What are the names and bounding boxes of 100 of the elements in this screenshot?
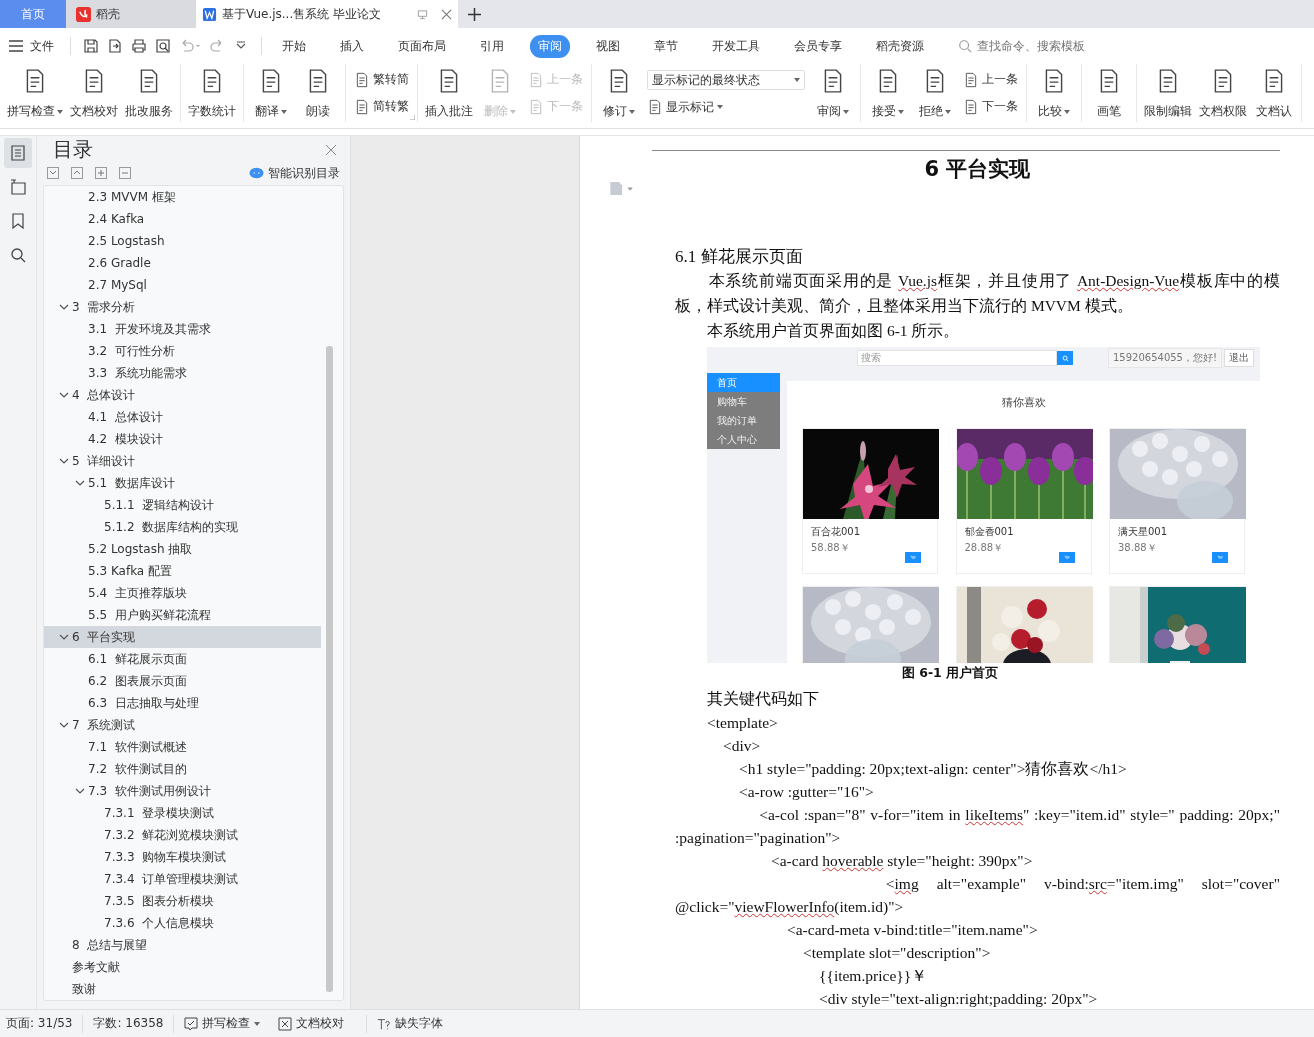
toc-item[interactable]: 致谢 (44, 978, 321, 1000)
toc-item[interactable]: 7.3.6 个人信息模块 (44, 912, 321, 934)
ribbon-button[interactable]: 拒绝 (912, 64, 958, 122)
ribbon-tab[interactable]: 页面布局 (390, 34, 454, 58)
spellcheck-button[interactable]: 拼写检查 (184, 1015, 261, 1032)
command-search-field[interactable]: 查找命令、搜索模板 (958, 38, 1129, 54)
toc-item[interactable]: 5.5 用户购买鲜花流程 (44, 604, 321, 626)
toc-item[interactable]: 7 系统测试 (44, 714, 321, 736)
toc-item[interactable]: 5 详细设计 (44, 450, 321, 472)
toc-item[interactable]: 6.3 日志抽取与处理 (44, 692, 321, 714)
ribbon-small-button[interactable]: 显示标记 (647, 98, 805, 116)
ribbon-small-button[interactable]: 下一条 (963, 98, 1018, 115)
toc-item[interactable]: 7.3.5 图表分析模块 (44, 890, 321, 912)
product-card[interactable]: 郁金香001 28.88￥ (955, 428, 1092, 574)
document-tab[interactable]: 基于Vue.js...售系统 毕业论文 (196, 0, 458, 28)
ribbon-button[interactable]: 修订 (596, 64, 642, 122)
ribbon-tab[interactable]: 视图 (588, 34, 628, 58)
ribbon-small-button[interactable]: 简转繁 (354, 98, 409, 115)
toc-item[interactable]: 7.3.4 订单管理模块测试 (44, 868, 321, 890)
toc-item[interactable]: 5.3 Kafka 配置 (44, 560, 321, 582)
ribbon-tab[interactable]: 章节 (646, 34, 686, 58)
toc-item[interactable]: 5.1 数据库设计 (44, 472, 321, 494)
chevron-icon[interactable] (75, 478, 85, 488)
close-icon[interactable] (441, 8, 452, 20)
ribbon-button[interactable]: 文档权限 (1196, 64, 1250, 122)
toc-item[interactable]: 4.2 模块设计 (44, 428, 321, 450)
logout-button[interactable]: 退出 (1224, 349, 1254, 367)
ribbon-button[interactable]: 翻译 (248, 64, 294, 122)
save-icon[interactable] (83, 38, 99, 54)
toc-item[interactable]: 7.3 软件测试用例设计 (44, 780, 321, 802)
ribbon-tab[interactable]: 会员专享 (786, 34, 850, 58)
minus-icon[interactable] (119, 167, 131, 179)
ribbon-button[interactable]: 字数统计 (185, 64, 239, 122)
toc-item[interactable]: 3.3 系统功能需求 (44, 362, 321, 384)
ribbon-button[interactable]: 朗读 (295, 64, 341, 122)
markup-mode-dropdown[interactable]: 显示标记的最终状态 (647, 70, 805, 91)
ribbon-tab[interactable]: 开始 (274, 34, 314, 58)
monitor-icon[interactable] (417, 8, 428, 20)
toc-item[interactable]: 3 需求分析 (44, 296, 321, 318)
chevron-icon[interactable] (59, 390, 69, 400)
ribbon-button[interactable]: 文档校对 (67, 64, 121, 122)
toc-item[interactable]: 3.1 开发环境及其需求 (44, 318, 321, 340)
toc-item[interactable]: 7.3.2 鲜花浏览模块测试 (44, 824, 321, 846)
toc-item[interactable]: 4 总体设计 (44, 384, 321, 406)
ribbon-small-button[interactable]: 繁转简 (354, 71, 409, 88)
toc-item[interactable]: 3.2 可行性分析 (44, 340, 321, 362)
product-card[interactable]: 满天星001 38.88￥ (1109, 428, 1245, 574)
toc-item[interactable]: 2.7 MySql (44, 274, 321, 296)
toc-item[interactable]: 6 平台实现 (44, 626, 321, 648)
scrollbar[interactable] (326, 346, 333, 992)
ribbon-tab[interactable]: 引用 (472, 34, 512, 58)
toc-item[interactable]: 5.1.2 数据库结构的实现 (44, 516, 321, 538)
toc-item[interactable]: 4.1 总体设计 (44, 406, 321, 428)
chevron-icon[interactable] (59, 302, 69, 312)
toc-item[interactable]: 7.2 软件测试目的 (44, 758, 321, 780)
ribbon-button[interactable]: 比较 (1031, 64, 1077, 122)
toc-item[interactable]: 7.3.1 登录模块测试 (44, 802, 321, 824)
ribbon-button[interactable]: 批改服务 (122, 64, 176, 122)
ribbon-tab[interactable]: 稻壳资源 (868, 34, 932, 58)
chevron-icon[interactable] (59, 632, 69, 642)
close-icon[interactable] (326, 144, 336, 155)
nav-item[interactable]: 购物车 (707, 392, 780, 411)
print-icon[interactable] (131, 38, 147, 54)
missing-fonts-button[interactable]: 缺失字体 (377, 1015, 444, 1032)
chevron-icon[interactable] (59, 456, 69, 466)
toc-item[interactable]: 2.4 Kafka (44, 208, 321, 230)
ribbon-small-button[interactable]: 上一条 (963, 71, 1018, 88)
ribbon-button[interactable]: 画笔 (1086, 64, 1132, 122)
toc-item[interactable]: 参考文献 (44, 956, 321, 978)
ribbon-button[interactable]: 文档认 (1251, 64, 1297, 122)
search-button[interactable] (1057, 351, 1073, 365)
toc-item[interactable]: 2.6 Gradle (44, 252, 321, 274)
ribbon-button[interactable]: 插入批注 (422, 64, 476, 122)
tab-label[interactable]: 基于Vue.js...售系统 毕业论文 (222, 5, 382, 23)
ribbon-button[interactable]: 限制编辑 (1141, 64, 1195, 122)
expand-icon[interactable] (47, 167, 59, 179)
ribbon-tab[interactable]: 插入 (332, 34, 372, 58)
ribbon-tab[interactable]: 开发工具 (704, 34, 768, 58)
preview-icon[interactable] (155, 38, 171, 54)
toc-item[interactable]: 5.4 主页推荐版块 (44, 582, 321, 604)
toc-item[interactable]: 6.2 图表展示页面 (44, 670, 321, 692)
tab-label[interactable]: 稻壳 (96, 5, 120, 23)
plus-icon[interactable] (95, 167, 107, 179)
ribbon-button[interactable]: 审阅 (810, 64, 856, 122)
cart-button[interactable] (1058, 552, 1075, 563)
toc-item[interactable]: 2.3 MVVM 框架 (44, 186, 321, 208)
nav-item[interactable]: 我的订单 (707, 411, 780, 430)
chevron-icon[interactable] (75, 786, 85, 796)
toc-item[interactable]: 7.3.3 购物车模块测试 (44, 846, 321, 868)
export-icon[interactable] (107, 38, 123, 54)
contents-icon[interactable] (4, 138, 32, 168)
toc-item[interactable]: 2.5 Logstash (44, 230, 321, 252)
new-tab-icon[interactable] (468, 7, 481, 21)
collapse-icon[interactable] (71, 167, 83, 179)
product-card[interactable]: 百合花001 58.88￥ (802, 428, 938, 574)
nav-item[interactable]: 个人中心 (707, 430, 780, 449)
toc-item[interactable]: 5.2 Logstash 抽取 (44, 538, 321, 560)
proofread-button[interactable]: 文档校对 (278, 1015, 345, 1032)
toc-item[interactable]: 8 总结与展望 (44, 934, 321, 956)
ribbon-button[interactable]: 接受 (865, 64, 911, 122)
